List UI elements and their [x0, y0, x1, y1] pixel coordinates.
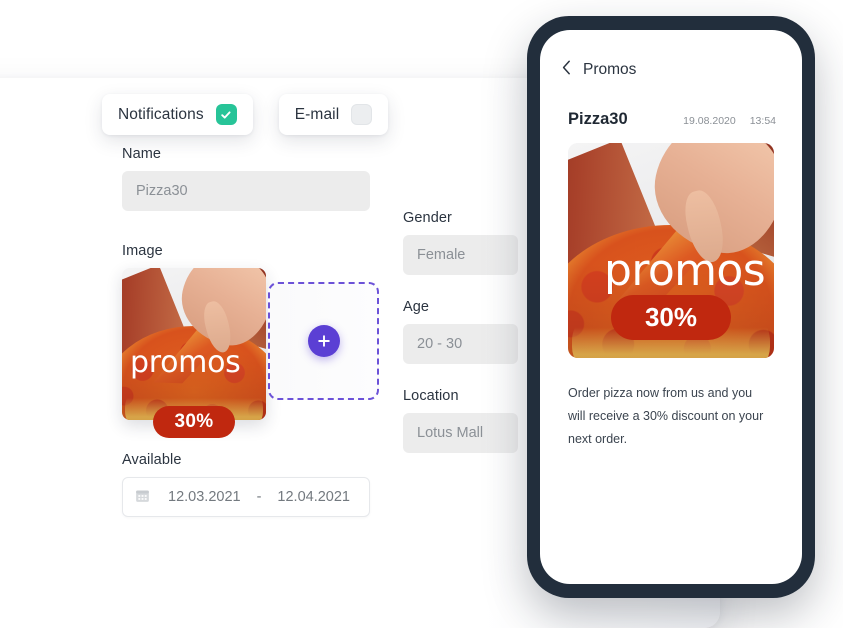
date-start-value: 12.03.2021	[168, 489, 241, 505]
promo-date: 19.08.2020	[683, 115, 736, 127]
name-label: Name	[122, 146, 162, 162]
age-input-value: 20 - 30	[417, 336, 463, 352]
check-badge-icon[interactable]	[215, 104, 237, 125]
pizza-photo	[122, 268, 266, 420]
location-input[interactable]: Lotus Mall	[403, 413, 518, 453]
name-input[interactable]: Pizza30	[122, 171, 370, 211]
image-row: promos 30%	[122, 268, 379, 438]
phone-screen: Promos Pizza30 19.08.2020 13:54 promos 3…	[540, 30, 802, 584]
promo-image[interactable]: promos 30%	[568, 143, 774, 358]
phone-nav-title: Promos	[583, 61, 637, 78]
date-end-value: 12.04.2021	[277, 489, 350, 505]
screenshot-stage: Notifications E-mail Name Pizza30 Image	[0, 0, 843, 628]
gender-label: Gender	[403, 210, 452, 226]
promo-body-text: Order pizza now from us and you will rec…	[568, 386, 764, 447]
age-label: Age	[403, 299, 430, 315]
gender-input-value: Female	[417, 247, 466, 263]
gender-input[interactable]: Female	[403, 235, 518, 275]
phone-mockup: Promos Pizza30 19.08.2020 13:54 promos 3…	[527, 16, 815, 598]
tab-notifications-label: Notifications	[118, 105, 204, 123]
thumbnail-discount-badge: 30%	[152, 406, 236, 438]
promo-header: Pizza30 19.08.2020 13:54	[540, 80, 802, 129]
image-label: Image	[122, 243, 163, 259]
promo-meta: 19.08.2020 13:54	[683, 115, 776, 127]
image-dropzone[interactable]	[268, 282, 379, 400]
plus-icon[interactable]	[307, 325, 340, 357]
toggle-tabs: Notifications E-mail	[102, 94, 389, 135]
form-column-left: Name Pizza30 Image promos 30% Available …	[122, 146, 379, 517]
date-separator: -	[256, 489, 262, 505]
promo-title: Pizza30	[568, 110, 628, 128]
phone-nav-bar: Promos	[540, 30, 802, 80]
tab-email[interactable]: E-mail	[278, 94, 389, 135]
chevron-left-icon[interactable]	[562, 60, 571, 80]
name-input-value: Pizza30	[136, 183, 188, 199]
available-label: Available	[122, 452, 182, 468]
image-thumbnail[interactable]: promos 30%	[122, 268, 266, 438]
tab-email-label: E-mail	[294, 105, 340, 123]
location-label: Location	[403, 388, 459, 404]
calendar-icon	[135, 488, 150, 507]
age-input[interactable]: 20 - 30	[403, 324, 518, 364]
empty-checkbox-icon[interactable]	[351, 104, 373, 125]
promo-time: 13:54	[749, 115, 776, 127]
tab-notifications[interactable]: Notifications	[102, 94, 253, 135]
form-column-right: Gender Female Age 20 - 30 Location Lotus…	[403, 210, 518, 453]
promo-discount-badge: 30%	[610, 295, 732, 340]
thumbnail-overlay-text: promos	[130, 345, 241, 380]
location-input-value: Lotus Mall	[417, 425, 484, 441]
date-range-input[interactable]: 12.03.2021 - 12.04.2021	[122, 477, 370, 517]
promo-overlay-text: promos	[604, 245, 766, 296]
